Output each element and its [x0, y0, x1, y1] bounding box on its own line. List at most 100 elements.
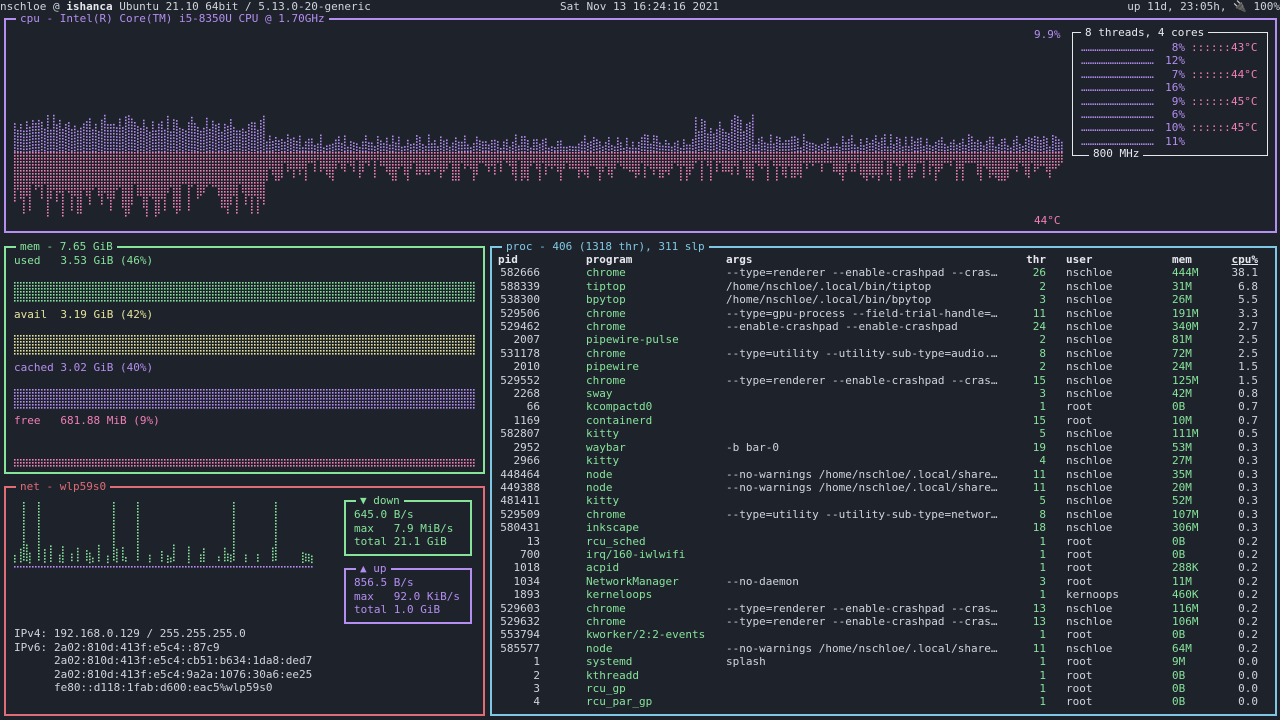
cpu-graph-dot [308, 138, 310, 141]
cpu-graph-dot [251, 212, 253, 214]
cpu-graph-dot [239, 155, 241, 157]
cpu-graph-dot [158, 138, 160, 141]
cpu-graph-dot [122, 155, 124, 157]
cpu-graph-dot [377, 158, 379, 160]
cpu-graph-dot [719, 142, 721, 145]
cpu-graph-dot [152, 194, 154, 196]
cpu-graph-dot [911, 158, 913, 160]
cpu-graph-dot [149, 149, 151, 152]
cpu-graph-dot [500, 155, 502, 157]
cpu-graph-dot [248, 145, 250, 147]
cpu-graph-dot [98, 188, 100, 190]
cpu-graph-dot [629, 161, 631, 163]
cpu-graph-dot [461, 141, 463, 144]
cpu-graph-dot [119, 127, 121, 130]
cpu-graph-dot [56, 191, 58, 193]
cpu-graph-dot [62, 152, 64, 154]
cpu-graph-dot [635, 170, 637, 172]
cpu-graph-dot [305, 144, 307, 147]
cpu-graph-dot [176, 120, 178, 122]
cpu-graph-dot [128, 170, 130, 172]
cpu-graph-dot [326, 167, 328, 169]
cpu-graph-dot [326, 161, 328, 163]
cpu-graph-dot [683, 139, 685, 141]
cpu-graph-dot [380, 143, 382, 146]
cpu-graph-dot [206, 147, 208, 150]
cpu-graph-dot [134, 146, 136, 148]
cpu-graph-dot [38, 143, 40, 146]
cpu-graph-dot [125, 119, 127, 122]
cpu-graph-dot [275, 164, 277, 166]
cpu-graph-dot [635, 164, 637, 166]
cpu-graph-dot [584, 135, 586, 138]
cpu-graph-dot [38, 170, 40, 172]
cpu-graph-dot [743, 155, 745, 157]
cpu-graph-dot [104, 158, 106, 160]
cpu-graph-dot [995, 155, 997, 157]
cpu-graph-dot [260, 138, 262, 140]
cpu-graph-dot [785, 164, 787, 166]
cpu-graph-dot [155, 161, 157, 163]
cpu-graph-dot [23, 152, 25, 154]
cpu-graph-dot [923, 170, 925, 172]
cpu-graph-dot [188, 206, 190, 208]
cpu-graph-dot [746, 161, 748, 163]
cpu-graph-dot [197, 144, 199, 147]
cpu-graph-dot [131, 197, 133, 199]
cpu-graph-dot [989, 145, 991, 148]
cpu-graph-dot [47, 121, 49, 123]
cpu-graph-dot [47, 167, 49, 169]
cpu-graph-dot [176, 209, 178, 211]
cpu-graph-dot [101, 194, 103, 196]
cpu-graph-dot [14, 173, 16, 175]
cpu-graph-dot [233, 158, 235, 160]
cpu-graph-dot [176, 129, 178, 131]
cpu-graph-dot [134, 128, 136, 130]
cpu-graph-dot [410, 158, 412, 160]
cpu-graph-dot [1022, 152, 1024, 154]
cpu-graph-dot [59, 164, 61, 166]
cpu-graph-dot [590, 152, 592, 154]
cpu-graph-dot [923, 152, 925, 154]
cpu-graph-dot [80, 194, 82, 196]
cpu-graph-dot [59, 179, 61, 181]
cpu-graph-dot [32, 138, 34, 140]
cpu-graph-dot [644, 152, 646, 154]
cpu-graph-dot [452, 152, 454, 154]
cpu-graph-dot [311, 161, 313, 163]
cpu-graph-dot [875, 170, 877, 172]
cpu-graph-dot [281, 170, 283, 172]
cpu-graph-dot [113, 152, 115, 154]
cpu-graph-dot [56, 158, 58, 160]
cpu-graph-dot [77, 139, 79, 142]
cpu-graph-dot [956, 144, 958, 147]
cpu-graph-dot [77, 155, 79, 157]
cpu-graph-dot [476, 170, 478, 172]
cpu-graph-dot [365, 161, 367, 163]
cpu-graph-dot [596, 161, 598, 163]
cpu-graph-dot [866, 150, 868, 152]
cpu-graph-dot [116, 127, 118, 129]
cpu-graph-dot [662, 155, 664, 157]
cpu-graph-dot [542, 158, 544, 160]
cpu-graph-dot [536, 139, 538, 141]
cpu-graph-dot [437, 161, 439, 163]
cpu-graph-dot [74, 125, 76, 128]
cpu-graph-dot [122, 194, 124, 196]
cpu-graph-dot [242, 161, 244, 163]
cpu-graph-dot [341, 155, 343, 157]
cpu-graph-dot [677, 164, 679, 166]
cpu-graph-dot [242, 152, 244, 154]
cpu-graph-dot [20, 176, 22, 178]
cpu-graph-dot [329, 147, 331, 150]
cpu-graph-dot [332, 167, 334, 169]
cpu-graph-dot [95, 132, 97, 135]
cpu-graph-dot [386, 146, 388, 149]
cpu-graph-dot [716, 144, 718, 147]
cpu-graph-dot [992, 167, 994, 169]
cpu-graph-dot [332, 143, 334, 146]
cpu-graph-dot [164, 141, 166, 144]
cpu-graph-dot [932, 164, 934, 166]
cpu-graph-dot [560, 152, 562, 154]
cpu-graph-dot [884, 158, 886, 160]
